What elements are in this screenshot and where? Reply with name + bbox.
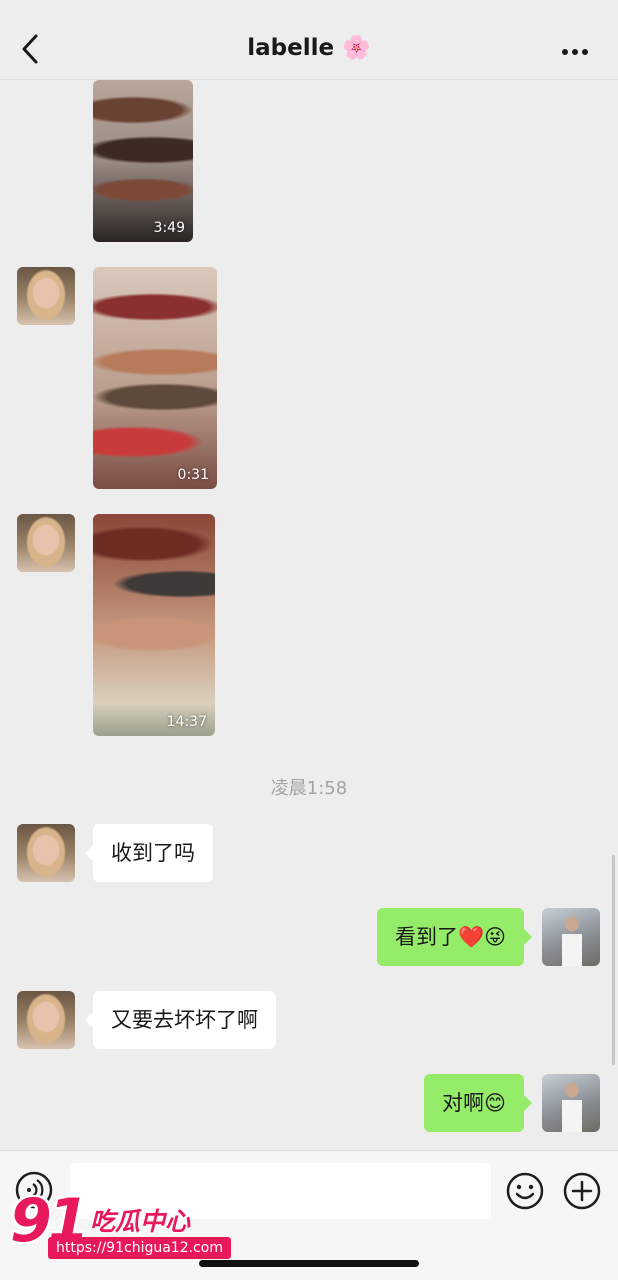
sent-message[interactable]: 看到了❤️😜 (376, 908, 533, 966)
sent-message[interactable]: 对啊😊 (424, 1074, 532, 1132)
smiley-icon[interactable] (506, 1172, 544, 1210)
contact-name: labelle (247, 35, 335, 61)
video-message[interactable]: 3:49 (93, 80, 193, 242)
video-duration: 3:49 (153, 220, 185, 236)
contact-emoji: 🌸 (342, 35, 371, 61)
watermark-logo-text: 吃瓜中心 (90, 1207, 191, 1236)
chat-title: labelle 🌸 (0, 34, 618, 61)
watermark-url: https://91chigua12.com (48, 1237, 231, 1259)
message-text: 对啊 (442, 1091, 485, 1115)
site-watermark: 91 吃瓜中心 https://91chigua12.com (8, 1186, 231, 1266)
received-message[interactable]: 又要去坏坏了啊 (85, 991, 276, 1049)
video-duration: 14:37 (166, 714, 207, 730)
message-text: 看到了 (394, 925, 458, 949)
smile-emoji-icon: 😊 (484, 1091, 506, 1115)
video-duration: 0:31 (177, 467, 209, 483)
message-timestamp: 凌晨1:58 (270, 778, 348, 799)
video-message[interactable]: 0:31 (93, 267, 217, 489)
video-message[interactable]: 14:37 (93, 514, 215, 736)
more-options-button[interactable] (562, 40, 596, 55)
message-list[interactable]: 3:49 0:31 14:37 凌晨1:58 收到了吗 看到了❤️😜 又要去坏坏… (0, 80, 618, 1150)
ellipsis-icon (562, 49, 568, 55)
received-message[interactable]: 收到了吗 (85, 824, 213, 882)
contact-avatar[interactable] (17, 267, 75, 325)
user-avatar[interactable] (542, 908, 600, 966)
contact-avatar[interactable] (17, 824, 75, 882)
scrollbar[interactable] (612, 855, 615, 1065)
contact-avatar[interactable] (17, 991, 75, 1049)
plus-icon[interactable] (563, 1172, 601, 1210)
user-avatar[interactable] (542, 1074, 600, 1132)
home-indicator (199, 1260, 419, 1267)
chat-header: labelle 🌸 (0, 0, 618, 80)
contact-avatar[interactable] (17, 514, 75, 572)
heart-emoji-icon: ❤️😜 (457, 925, 506, 949)
